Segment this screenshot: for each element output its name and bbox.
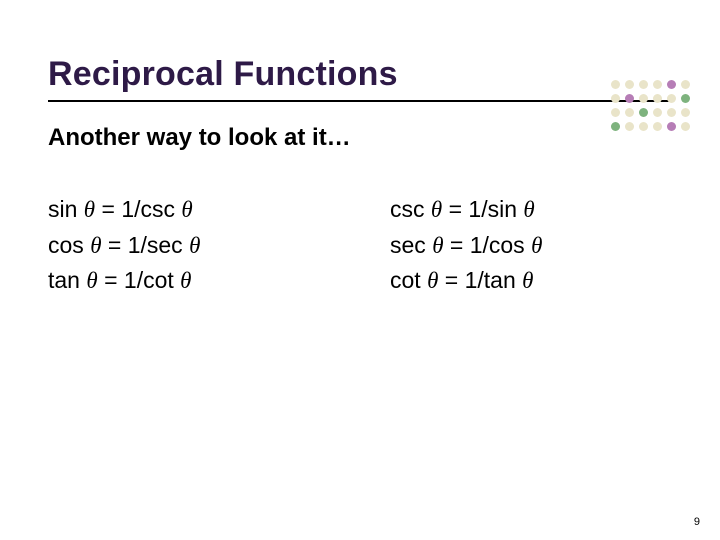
eq-text: = 1/cos [444, 232, 532, 258]
equation-cot: cot θ = 1/tan θ [390, 263, 672, 299]
dot [625, 80, 634, 89]
left-column: sin θ = 1/csc θ cos θ = 1/sec θ tan θ = … [48, 192, 330, 299]
dot [667, 94, 676, 103]
dot [639, 94, 648, 103]
dot [653, 108, 662, 117]
eq-text: = 1/sin [442, 196, 523, 222]
dot [667, 108, 676, 117]
eq-text: sin [48, 196, 84, 222]
dot [611, 94, 620, 103]
equation-sin: sin θ = 1/csc θ [48, 192, 330, 228]
dot [653, 122, 662, 131]
eq-text: csc [390, 196, 431, 222]
equation-sec: sec θ = 1/cos θ [390, 228, 672, 264]
eq-text: = 1/sec [102, 232, 190, 258]
theta: θ [427, 268, 438, 293]
eq-text: = 1/tan [438, 267, 522, 293]
equation-csc: csc θ = 1/sin θ [390, 192, 672, 228]
dot [653, 94, 662, 103]
theta: θ [523, 197, 534, 222]
dot [625, 94, 634, 103]
page-number: 9 [694, 516, 700, 528]
equation-tan: tan θ = 1/cot θ [48, 263, 330, 299]
slide-title: Reciprocal Functions [48, 55, 672, 94]
theta: θ [531, 233, 542, 258]
dot [625, 108, 634, 117]
theta: θ [90, 233, 101, 258]
theta: θ [431, 197, 442, 222]
dot [639, 108, 648, 117]
eq-text: cot [390, 267, 427, 293]
equation-cos: cos θ = 1/sec θ [48, 228, 330, 264]
dot [681, 94, 690, 103]
dot [611, 80, 620, 89]
theta: θ [189, 233, 200, 258]
eq-text: = 1/csc [95, 196, 181, 222]
dot [639, 122, 648, 131]
theta: θ [180, 268, 191, 293]
dot [681, 80, 690, 89]
theta: θ [84, 197, 95, 222]
right-column: csc θ = 1/sin θ sec θ = 1/cos θ cot θ = … [390, 192, 672, 299]
dot [681, 108, 690, 117]
dot [681, 122, 690, 131]
theta: θ [432, 233, 443, 258]
dot [611, 108, 620, 117]
eq-text: = 1/cot [98, 267, 180, 293]
decorative-dots [611, 80, 690, 136]
equations-columns: sin θ = 1/csc θ cos θ = 1/sec θ tan θ = … [48, 192, 672, 299]
theta: θ [86, 268, 97, 293]
title-rule [48, 100, 672, 102]
dot [667, 80, 676, 89]
slide-subtitle: Another way to look at it… [48, 124, 672, 152]
eq-text: cos [48, 232, 90, 258]
theta: θ [181, 197, 192, 222]
eq-text: tan [48, 267, 86, 293]
eq-text: sec [390, 232, 432, 258]
dot [667, 122, 676, 131]
dot [625, 122, 634, 131]
dot [611, 122, 620, 131]
dot [653, 80, 662, 89]
slide: Reciprocal Functions Another way to look… [0, 0, 720, 540]
theta: θ [522, 268, 533, 293]
dot [639, 80, 648, 89]
